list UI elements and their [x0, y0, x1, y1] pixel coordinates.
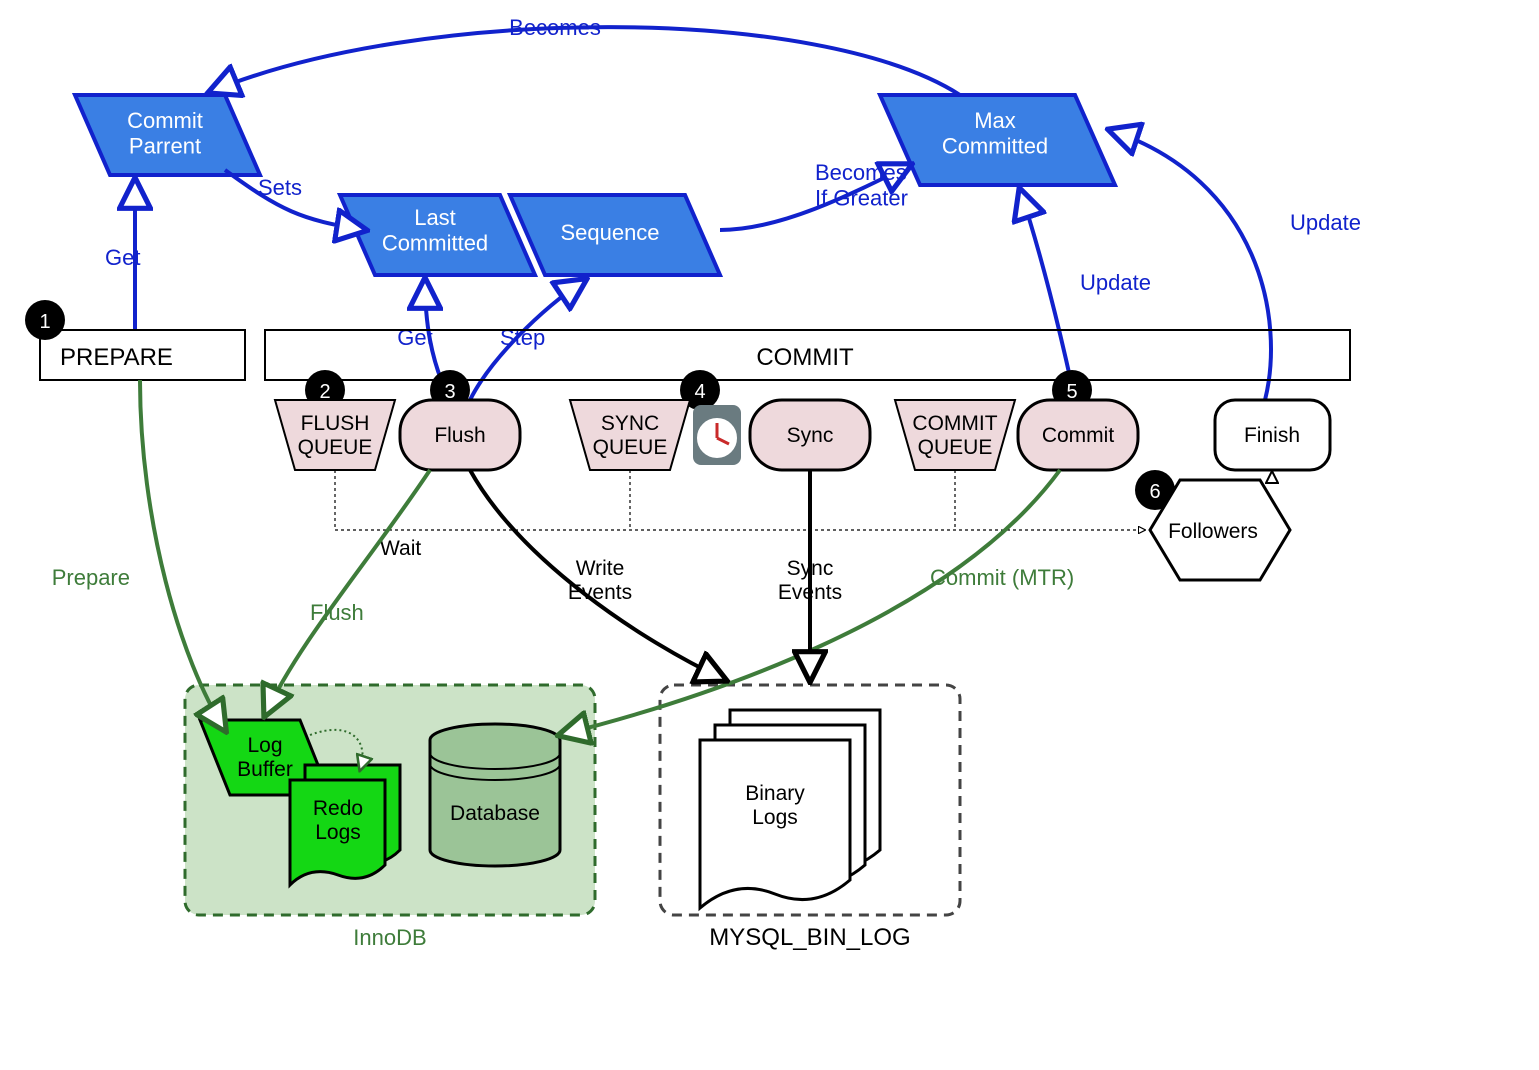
database-cylinder: Database [430, 724, 560, 866]
edge-big-label: BecomesIf Greater [815, 160, 908, 210]
flush-queue [275, 400, 395, 470]
sequence-label: Sequence [560, 220, 659, 245]
wait-1 [335, 470, 1145, 530]
node-commit-parent: CommitParrent [75, 95, 260, 175]
edge-flush [265, 470, 430, 715]
commit-queue-label: COMMITQUEUE [912, 412, 997, 459]
binary-logs: BinaryLogs [700, 710, 880, 908]
diagram-canvas: CommitParrent LastCommitted Sequence Max… [0, 0, 1539, 1070]
sync-queue [570, 400, 690, 470]
edge-update-label: Update [1080, 270, 1151, 295]
edge-flush-label: Flush [310, 600, 364, 625]
svg-text:COMMITQUEUE: COMMITQUEUE [912, 412, 997, 459]
sync-label: Sync [787, 424, 834, 447]
node-max-committed: MaxCommitted [880, 95, 1115, 185]
wait-label: Wait [380, 537, 421, 560]
edge-becomes-label: Becomes [509, 15, 601, 40]
database-label: Database [450, 802, 540, 825]
svg-text:RedoLogs: RedoLogs [313, 797, 363, 844]
edge-update-far-label: Update [1290, 210, 1361, 235]
edge-sync-events-label: SyncEvents [778, 557, 842, 604]
svg-text:BecomesIf Greater: BecomesIf Greater [815, 160, 908, 210]
commit-queue [895, 400, 1015, 470]
edge-sets-label: Sets [258, 175, 302, 200]
binlog-label: MYSQL_BIN_LOG [709, 924, 910, 951]
svg-text:CommitParrent: CommitParrent [127, 108, 203, 158]
edge-update [1020, 190, 1075, 400]
edge-get-left-label: Get [105, 245, 140, 270]
svg-text:BinaryLogs: BinaryLogs [745, 782, 805, 829]
innodb-label: InnoDB [353, 925, 426, 950]
edge-prepare [140, 380, 225, 730]
sync-queue-label: SYNCQUEUE [593, 412, 668, 459]
step-badge-1: 1 [25, 300, 65, 340]
svg-text:WriteEvents: WriteEvents [568, 557, 632, 604]
svg-text:6: 6 [1149, 481, 1160, 503]
commit-bar-label: COMMIT [756, 344, 854, 371]
edge-write-events-label: WriteEvents [568, 557, 632, 604]
commit-parent-label: CommitParrent [127, 108, 203, 158]
followers-label: Followers [1168, 520, 1258, 543]
svg-text:1: 1 [39, 311, 50, 333]
node-last-committed: LastCommitted [340, 195, 535, 275]
flush-label: Flush [434, 424, 485, 447]
prepare-label: PREPARE [60, 344, 173, 371]
redo-logs: RedoLogs [290, 765, 400, 885]
flush-queue-label: FLUSHQUEUE [298, 412, 373, 459]
svg-text:SYNCQUEUE: SYNCQUEUE [593, 412, 668, 459]
edge-get-mid-label: Get [397, 325, 432, 350]
redo-logs-label: RedoLogs [313, 797, 363, 844]
edge-commit-mtr-label: Commit (MTR) [930, 565, 1074, 590]
edge-update-far [1110, 130, 1271, 400]
svg-text:SyncEvents: SyncEvents [778, 557, 842, 604]
binary-logs-label: BinaryLogs [745, 782, 805, 829]
svg-text:FLUSHQUEUE: FLUSHQUEUE [298, 412, 373, 459]
node-sequence: Sequence [510, 195, 720, 275]
commit-round-label: Commit [1042, 424, 1114, 447]
clock-icon [693, 405, 741, 465]
edge-step-label: Step [500, 325, 545, 350]
finish-label: Finish [1244, 424, 1300, 447]
svg-text:4: 4 [694, 381, 705, 403]
edge-prepare-label: Prepare [52, 565, 130, 590]
